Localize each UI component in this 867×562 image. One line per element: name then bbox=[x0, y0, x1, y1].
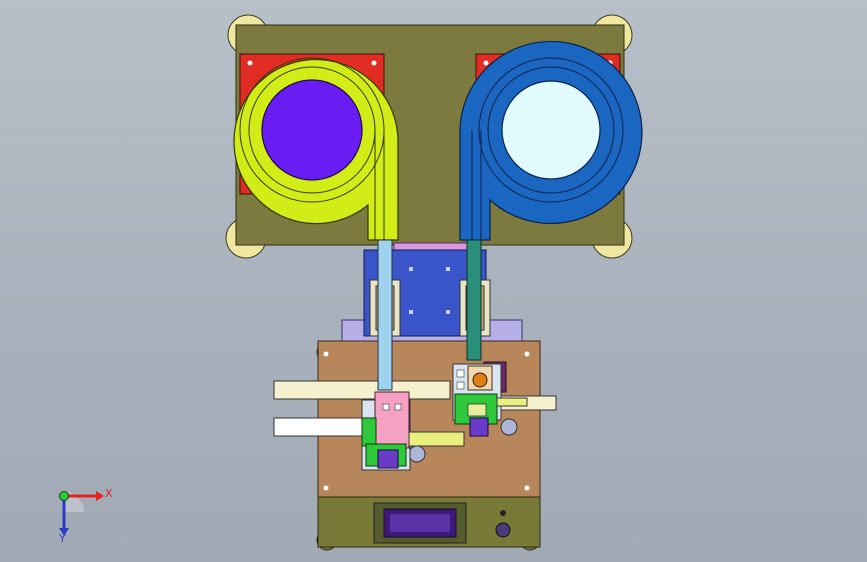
lower-side-rail bbox=[273, 417, 369, 437]
left-pusher bbox=[408, 431, 465, 447]
display-lens bbox=[390, 514, 450, 532]
base-screw bbox=[524, 485, 530, 491]
upper-side-rail bbox=[273, 380, 451, 400]
y-axis-label: Y bbox=[59, 532, 66, 545]
left-feeder-bowl bbox=[261, 79, 363, 181]
z-axis-dot bbox=[59, 491, 69, 501]
blue-vibration-block bbox=[341, 249, 523, 343]
right-head-screw bbox=[456, 381, 465, 390]
x-axis-arrow bbox=[96, 491, 104, 501]
right-pusher bbox=[496, 397, 528, 407]
block-hole bbox=[409, 310, 413, 314]
cad-viewport[interactable]: X Y bbox=[0, 0, 867, 562]
machine-assembly-model[interactable] bbox=[0, 0, 867, 562]
base-screw bbox=[524, 351, 530, 357]
left-chip bbox=[377, 449, 399, 469]
right-chip bbox=[467, 403, 487, 417]
right-feed-tube bbox=[466, 239, 482, 361]
coordinate-triad: X Y bbox=[40, 478, 120, 548]
right-sensor bbox=[472, 372, 488, 388]
left-pink-block bbox=[374, 391, 410, 449]
block-hole bbox=[409, 267, 413, 271]
power-button[interactable] bbox=[495, 522, 511, 538]
left-head-screw bbox=[394, 403, 402, 411]
left-pcb-side bbox=[361, 417, 377, 447]
left-head-screw bbox=[382, 403, 390, 411]
base-fitting bbox=[500, 418, 518, 436]
right-head-screw bbox=[456, 369, 465, 378]
mount-screw bbox=[371, 60, 377, 66]
x-axis-label: X bbox=[105, 487, 113, 500]
mount-screw bbox=[483, 60, 489, 66]
base-fitting bbox=[408, 445, 426, 463]
block-hole bbox=[446, 310, 450, 314]
mount-screw bbox=[247, 60, 253, 66]
base-screw bbox=[323, 351, 329, 357]
right-lower-chip bbox=[469, 417, 489, 437]
right-feeder-bowl bbox=[501, 80, 601, 180]
left-feed-tube bbox=[377, 239, 393, 391]
base-screw bbox=[323, 485, 329, 491]
indicator-light bbox=[500, 510, 506, 516]
block-hole bbox=[446, 267, 450, 271]
